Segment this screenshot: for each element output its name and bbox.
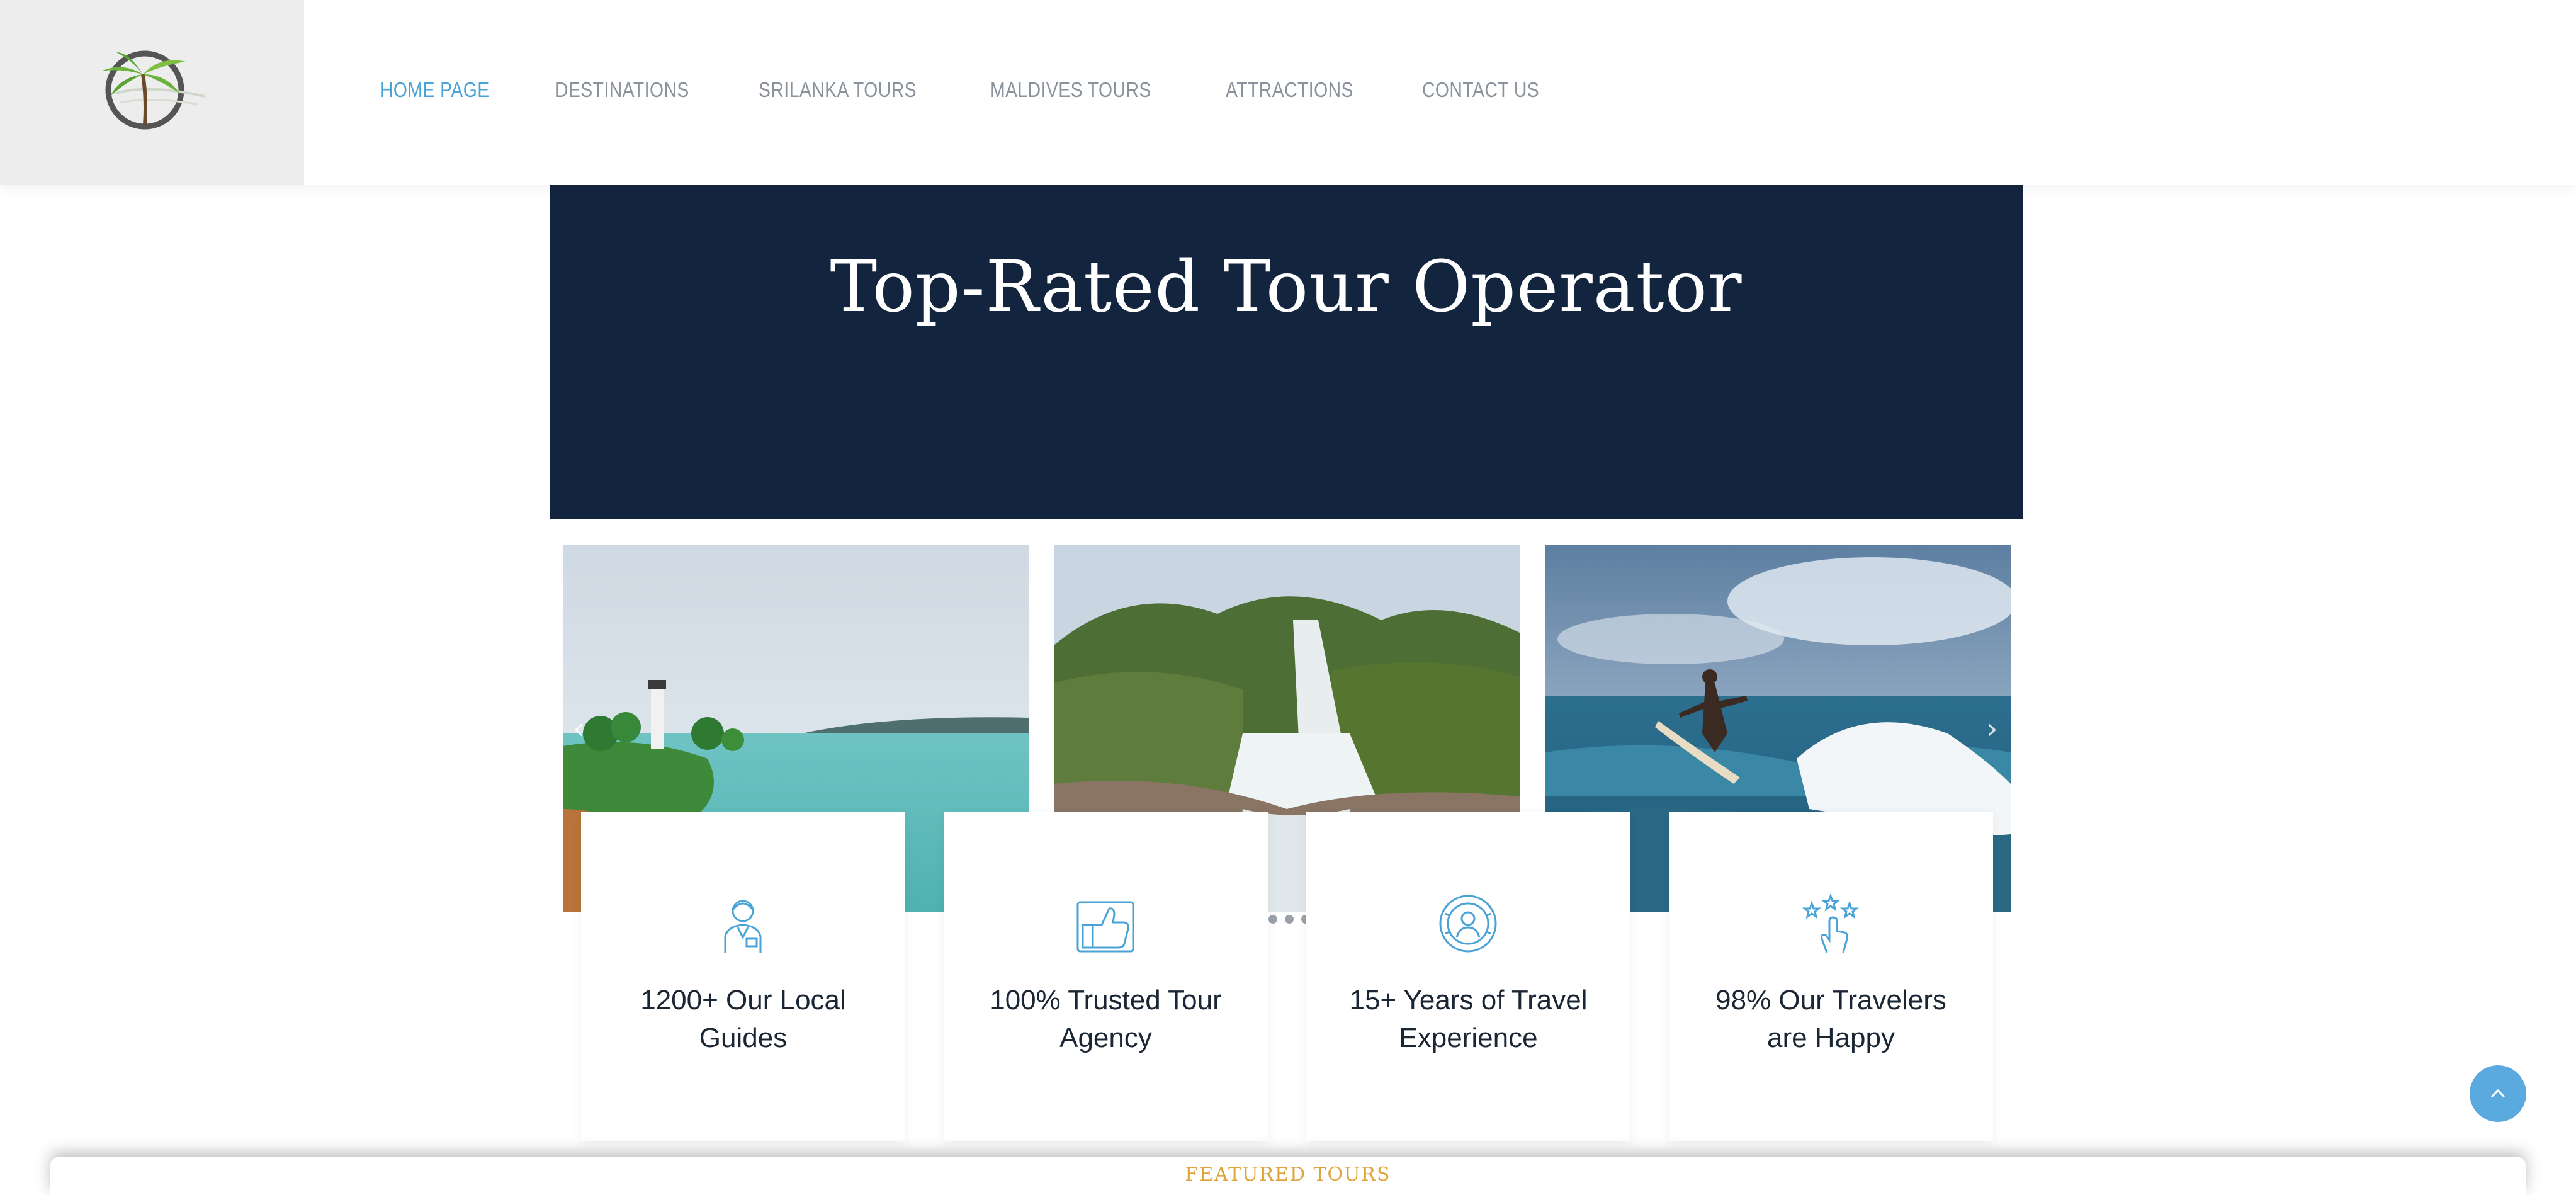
feature-card-trusted: 100% Trusted Tour Agency bbox=[944, 812, 1268, 1141]
feature-card-guides: 1200+ Our Local Guides bbox=[581, 812, 905, 1141]
feature-card-happy: 98% Our Travelers are Happy bbox=[1669, 812, 1993, 1141]
palm-logo-icon[interactable] bbox=[91, 49, 211, 137]
feature-text: 100% Trusted Tour Agency bbox=[990, 985, 1222, 1053]
stars-rating-icon bbox=[1802, 893, 1860, 953]
carousel-dot[interactable] bbox=[1268, 915, 1277, 924]
nav-destinations[interactable]: DESTINATIONS bbox=[555, 78, 689, 102]
hero-title: Top-Rated Tour Operator bbox=[830, 246, 1743, 329]
carousel-prev-chevron-left-icon[interactable]: ‹ bbox=[573, 711, 584, 745]
logo-area[interactable] bbox=[0, 0, 304, 185]
nav-contact-us[interactable]: CONTACT US bbox=[1422, 78, 1539, 102]
carousel-dot[interactable] bbox=[1285, 915, 1294, 924]
traveler-badge-icon bbox=[1439, 895, 1497, 953]
featured-section: FEATURED TOURS bbox=[50, 1157, 2526, 1195]
nav-maldives-tours[interactable]: MALDIVES TOURS bbox=[990, 78, 1151, 102]
site-header: HOME PAGE DESTINATIONS SRILANKA TOURS MA… bbox=[0, 0, 2576, 185]
back-to-top-button[interactable] bbox=[2470, 1065, 2526, 1122]
feature-text: 98% Our Travelers are Happy bbox=[1715, 985, 1946, 1053]
thumbs-up-icon bbox=[1076, 901, 1134, 953]
nav-home-page[interactable]: HOME PAGE bbox=[380, 78, 490, 102]
main-nav: HOME PAGE DESTINATIONS SRILANKA TOURS MA… bbox=[380, 78, 1549, 102]
nav-srilanka-tours[interactable]: SRILANKA TOURS bbox=[759, 78, 917, 102]
nav-attractions[interactable]: ATTRACTIONS bbox=[1226, 78, 1353, 102]
feature-text: 15+ Years of Travel Experience bbox=[1349, 985, 1588, 1053]
feature-text: 1200+ Our Local Guides bbox=[640, 985, 846, 1053]
carousel-next-chevron-right-icon[interactable]: › bbox=[1986, 711, 1997, 745]
tour-guide-icon bbox=[724, 900, 762, 953]
carousel-dots bbox=[1268, 915, 1310, 924]
hero-banner: Top-Rated Tour Operator bbox=[550, 185, 2023, 519]
chevron-up-icon bbox=[2490, 1089, 2505, 1098]
featured-label: FEATURED TOURS bbox=[1185, 1164, 1391, 1186]
feature-card-experience: 15+ Years of Travel Experience bbox=[1306, 812, 1630, 1141]
